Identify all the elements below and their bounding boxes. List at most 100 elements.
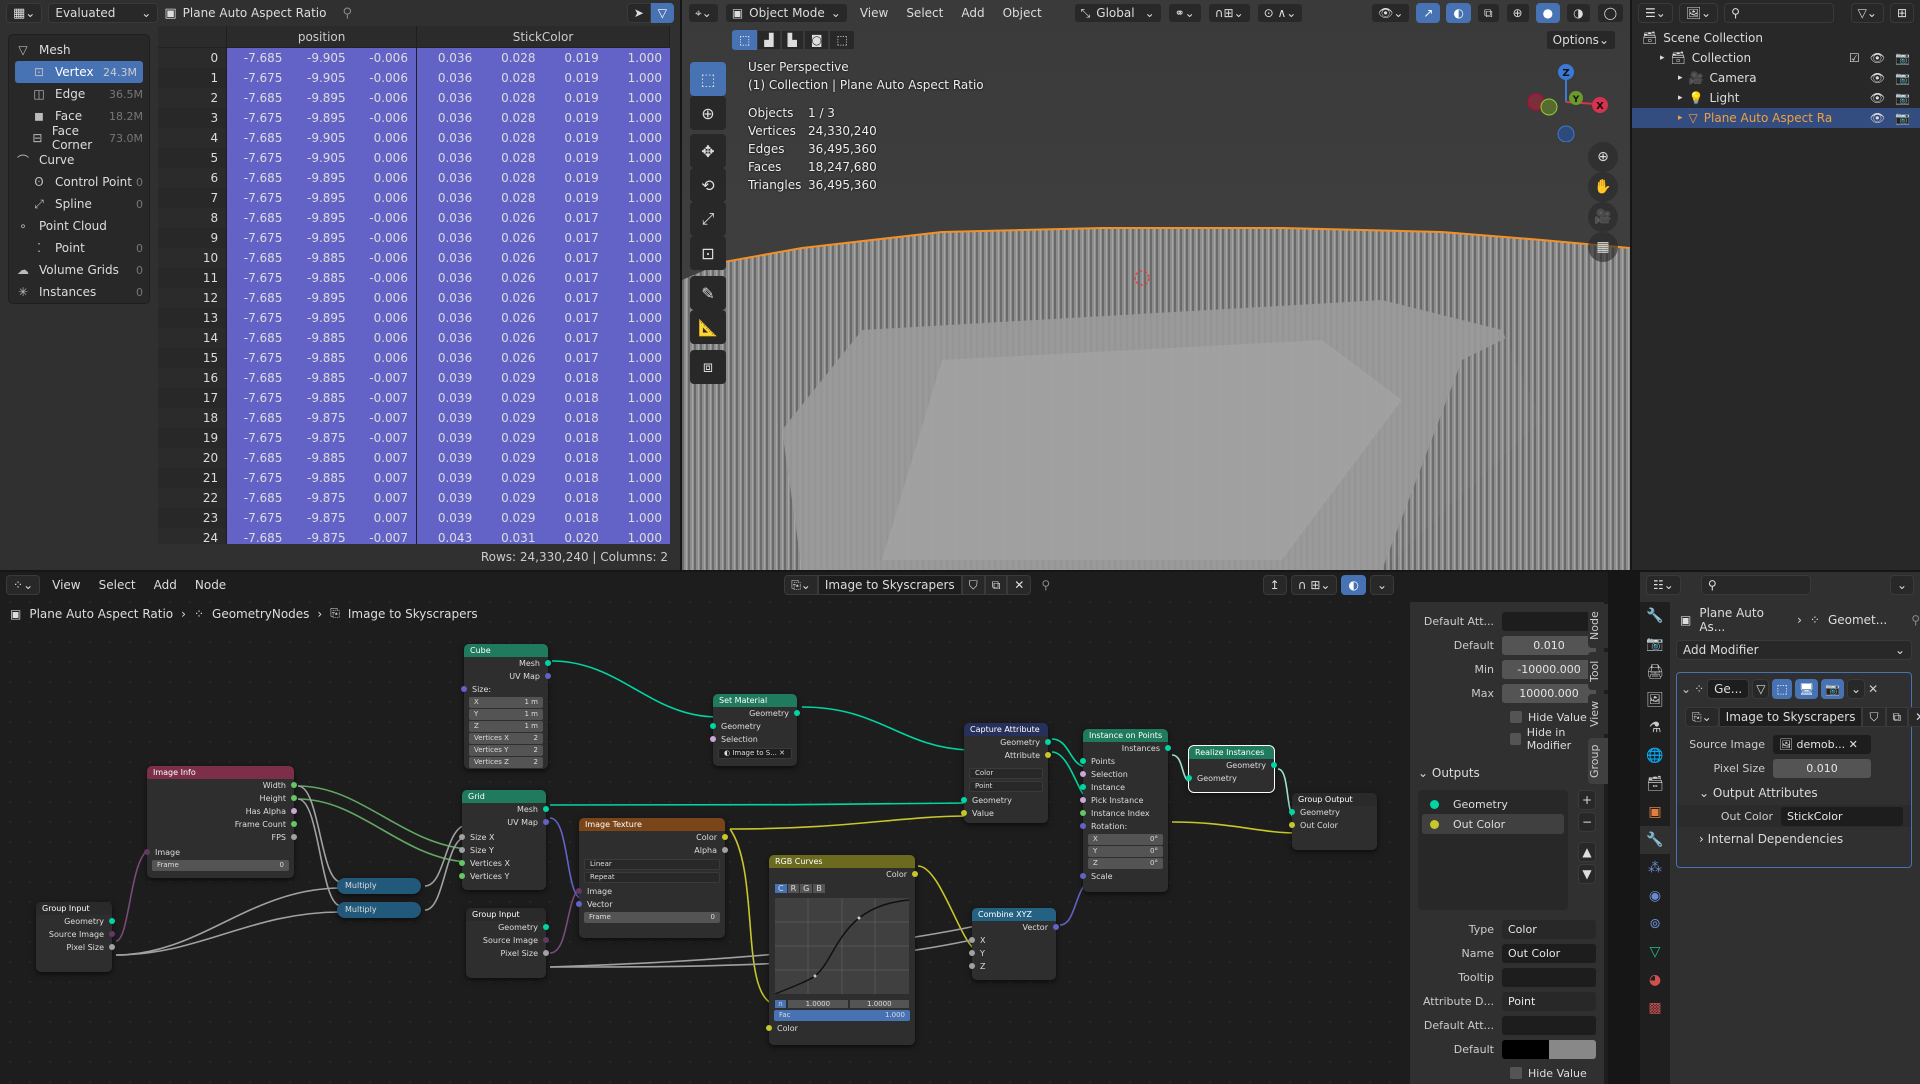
mode-dropdown[interactable]: ▣ Object Mode ⌄ bbox=[724, 3, 848, 23]
menu-add[interactable]: Add bbox=[148, 578, 183, 592]
node-tree-browse[interactable]: ⎘⌄ bbox=[784, 575, 818, 595]
collapse-icon[interactable]: ⌄ bbox=[1681, 682, 1691, 696]
transform-orientation-dropdown[interactable]: ⤡ Global ⌄ bbox=[1073, 3, 1162, 23]
node-group-input[interactable]: Group Input Geometry Source Image Pixel … bbox=[466, 908, 549, 978]
camera-icon[interactable]: 📷 bbox=[1895, 111, 1910, 125]
tab-group[interactable]: Group bbox=[1588, 738, 1608, 784]
editor-type-button[interactable]: ⌖ ⌄ bbox=[688, 3, 719, 23]
tab-texture[interactable]: ▩ bbox=[1640, 994, 1670, 1022]
tab-output[interactable]: 🖨 bbox=[1640, 658, 1670, 686]
tool-select-box[interactable]: ⬚ bbox=[690, 62, 726, 96]
tab-particles[interactable]: ⁂ bbox=[1640, 854, 1670, 882]
camera-icon[interactable]: 📷 bbox=[1895, 91, 1910, 105]
display-mode-dropdown[interactable]: Evaluated ⌄ bbox=[48, 3, 159, 23]
duplicate-button[interactable]: ⧉ bbox=[1885, 707, 1909, 727]
menu-view[interactable]: View bbox=[854, 6, 894, 20]
expand-arrow-icon[interactable]: ▸ bbox=[1660, 53, 1665, 63]
gizmo-toggle[interactable]: ↗ bbox=[1416, 3, 1441, 23]
node-realize-instances[interactable]: Realize Instances Geometry Geometry bbox=[1186, 745, 1277, 793]
output-socket-item[interactable]: Geometry bbox=[1422, 794, 1564, 814]
node-image-texture[interactable]: Image Texture Color Alpha Linear Repeat … bbox=[576, 818, 728, 938]
add-output-button[interactable]: + bbox=[1578, 790, 1596, 810]
outliner-item[interactable]: 🗃 Scene Collection bbox=[1632, 28, 1920, 48]
domain-item[interactable]: ▽ Mesh bbox=[9, 39, 149, 61]
unlink-button[interactable]: ✕ bbox=[1007, 575, 1032, 595]
navigation-gizmo[interactable]: Z Y X bbox=[1524, 62, 1614, 142]
xray-toggle[interactable]: ⧉ bbox=[1476, 3, 1500, 23]
viewport-toggle[interactable]: 🖥 bbox=[1794, 679, 1819, 699]
proportional-edit-toggle[interactable]: ⊙ ∧⌄ bbox=[1256, 3, 1304, 23]
remove-output-button[interactable]: − bbox=[1578, 812, 1596, 832]
tab-render[interactable]: 📷 bbox=[1640, 630, 1670, 658]
select-new-button[interactable]: ⬚ bbox=[732, 30, 758, 50]
handle-auto-button[interactable]: ∩ bbox=[775, 1000, 787, 1008]
tab-physics[interactable]: ◉ bbox=[1640, 882, 1670, 910]
vertices-z-field[interactable]: Vertices Z2 bbox=[469, 757, 543, 768]
node-group-output[interactable]: Group Output Geometry Out Color bbox=[1289, 793, 1377, 850]
default-attribute-field[interactable] bbox=[1502, 611, 1596, 631]
new-collection-button[interactable]: ⊞ bbox=[1889, 3, 1914, 23]
domain-item[interactable]: ◫ Edge 36.5M bbox=[9, 83, 149, 105]
editor-type-button[interactable]: ⁘ ⌄ bbox=[6, 575, 41, 595]
source-image-field[interactable]: 🖼 demob... ✕ bbox=[1773, 734, 1871, 754]
move-down-button[interactable]: ▼ bbox=[1578, 864, 1596, 884]
menu-node[interactable]: Node bbox=[189, 578, 232, 592]
visibility-dropdown[interactable]: 👁 ⌄ bbox=[1371, 3, 1411, 23]
domain-item[interactable]: ʘ Control Point 0 bbox=[9, 171, 149, 193]
menu-object[interactable]: Object bbox=[997, 6, 1048, 20]
select-intersect-button[interactable]: ⬚ bbox=[829, 30, 855, 50]
interpolation-dropdown[interactable]: Linear bbox=[584, 859, 720, 870]
menu-add[interactable]: Add bbox=[955, 6, 990, 20]
socket-name-field[interactable]: Out Color bbox=[1502, 943, 1596, 963]
node-tree-browse[interactable]: ⎘⌄ bbox=[1685, 707, 1719, 727]
channel-r[interactable]: R bbox=[787, 884, 800, 893]
domain-item[interactable]: ☁ Volume Grids 0 bbox=[9, 259, 149, 281]
editor-type-button[interactable]: ▦ ⌄ bbox=[6, 3, 43, 23]
expand-arrow-icon[interactable]: ▸ bbox=[1678, 113, 1683, 123]
pixel-size-field[interactable]: 0.010 bbox=[1773, 758, 1871, 778]
internal-dependencies-header[interactable]: › Internal Dependencies bbox=[1677, 827, 1911, 851]
default-color-swatch[interactable] bbox=[1502, 1039, 1596, 1059]
outliner-item[interactable]: ▸ ▽ Plane Auto Aspect Ra 👁 📷 bbox=[1632, 108, 1920, 128]
overlay-toggle[interactable]: ◐ bbox=[1446, 3, 1471, 23]
selected-only-toggle[interactable]: ➤ bbox=[626, 3, 651, 23]
node-group-input[interactable]: Group Input Geometry Source Image Pixel … bbox=[36, 902, 115, 972]
pick-instance-checkbox[interactable]: Pick Instance bbox=[1080, 794, 1168, 807]
snap-toggle[interactable]: ∩ ⊞⌄ bbox=[1290, 575, 1338, 595]
tab-node[interactable]: Node bbox=[1588, 604, 1608, 648]
tab-collection[interactable]: 🗃 bbox=[1640, 770, 1670, 798]
tab-tool[interactable]: 🔧 bbox=[1640, 602, 1670, 630]
fake-user-button[interactable]: ⛉ bbox=[961, 575, 985, 595]
default-value-field[interactable]: 0.010 bbox=[1502, 635, 1596, 655]
editor-type-button[interactable]: ☷ ⌄ bbox=[1646, 575, 1681, 595]
curve-graph[interactable] bbox=[774, 898, 910, 995]
camera-icon[interactable]: 📷 bbox=[1895, 51, 1910, 65]
socket-type-dropdown[interactable]: Color bbox=[1502, 919, 1596, 939]
fake-user-button[interactable]: ⛉ bbox=[1862, 707, 1886, 727]
tab-view[interactable]: View bbox=[1588, 694, 1608, 734]
socket[interactable] bbox=[545, 673, 551, 679]
material-selector[interactable]: ◐ Image to S... ✕ bbox=[718, 748, 792, 759]
node-rgb-curves[interactable]: RGB Curves Color C R G B ∩ 1.0000 1.0000… bbox=[766, 855, 918, 1045]
extension-dropdown[interactable]: Repeat bbox=[584, 872, 720, 883]
domain-dropdown[interactable]: Point bbox=[969, 781, 1043, 792]
vertices-x-field[interactable]: Vertices X2 bbox=[469, 733, 543, 744]
column-header-stickcolor[interactable]: StickColor bbox=[417, 26, 671, 47]
outliner-item[interactable]: ▸ 🎥 Camera 👁 📷 bbox=[1632, 68, 1920, 88]
hide-value-checkbox[interactable]: Hide Value bbox=[1410, 706, 1604, 728]
camera-view-button[interactable]: 🎥 bbox=[1588, 202, 1618, 232]
vertices-y-field[interactable]: Vertices Y2 bbox=[469, 745, 543, 756]
frame-field[interactable]: Frame 0 bbox=[584, 912, 720, 923]
pin-icon[interactable]: ⚲ bbox=[342, 6, 352, 21]
rotation-x-field[interactable]: X 0° bbox=[1088, 834, 1163, 845]
add-modifier-dropdown[interactable]: Add Modifier ⌄ bbox=[1676, 640, 1912, 660]
shading-material[interactable]: ◑ bbox=[1566, 3, 1591, 23]
tab-view-layer[interactable]: 🖼 bbox=[1640, 686, 1670, 714]
node-cube[interactable]: Cube Mesh UV Map Size: X1 m Y1 m Z1 m Ve… bbox=[461, 644, 551, 769]
socket[interactable] bbox=[461, 686, 467, 692]
tool-move[interactable]: ✥ bbox=[690, 134, 726, 168]
menu-view[interactable]: View bbox=[46, 578, 86, 592]
node-group-field[interactable]: Image to Skyscrapers bbox=[1718, 707, 1863, 727]
tool-measure[interactable]: 📐 bbox=[690, 310, 726, 344]
tab-material[interactable]: ◕ bbox=[1640, 966, 1670, 994]
